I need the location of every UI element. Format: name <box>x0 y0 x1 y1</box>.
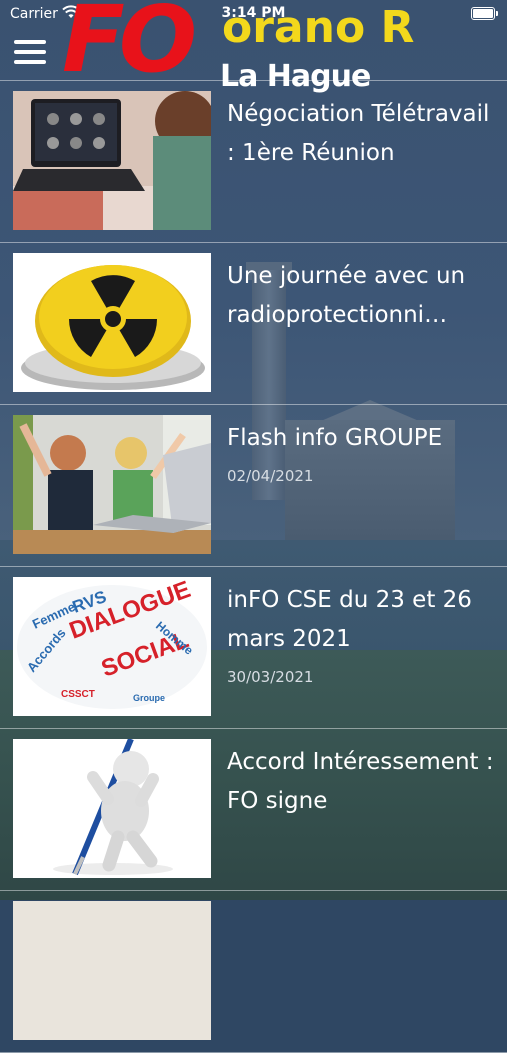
article-title: Négociation Télétravail : 1ère Réunion <box>227 101 490 166</box>
article-title: Accord Intéressement : FO signe <box>227 749 494 814</box>
article-title: inFO CSE du 23 et 26 mars 2021 <box>227 587 472 652</box>
radiation-button-icon <box>13 253 211 392</box>
fo-logo: FO <box>62 0 197 93</box>
svg-text:CSSCT: CSSCT <box>61 689 95 700</box>
battery-icon <box>471 7 498 20</box>
article-date: 02/04/2021 <box>227 467 314 485</box>
word-cloud-icon: RVS Femme DIALOGUE SOCIAL Accords Homme … <box>13 577 211 716</box>
hamburger-menu-icon[interactable] <box>14 40 46 64</box>
svg-text:Groupe: Groupe <box>133 693 165 703</box>
list-item[interactable]: Accord Intéressement : FO signe <box>0 729 507 891</box>
list-item[interactable]: Négociation Télétravail : 1ère Réunion <box>0 81 507 243</box>
list-item[interactable]: Flash info GROUPE 02/04/2021 <box>0 405 507 567</box>
kids-laptop-icon <box>13 415 211 554</box>
list-item[interactable]: RVS Femme DIALOGUE SOCIAL Accords Homme … <box>0 567 507 729</box>
list-item[interactable]: Une journée avec un radioprotectionni… <box>0 243 507 405</box>
list-item[interactable] <box>0 891 507 1053</box>
article-date: 30/03/2021 <box>227 668 314 686</box>
article-list: Négociation Télétravail : 1ère Réunion U… <box>0 81 507 1053</box>
laptop-video-call-icon <box>13 91 211 230</box>
orano-logo: orano R <box>222 2 415 53</box>
figure-with-pen-icon <box>13 739 211 878</box>
la-hague-logo: La Hague <box>220 59 371 94</box>
article-title: Flash info GROUPE <box>227 425 443 451</box>
article-title: Une journée avec un radioprotectionni… <box>227 263 466 328</box>
article-thumbnail <box>13 901 211 1040</box>
